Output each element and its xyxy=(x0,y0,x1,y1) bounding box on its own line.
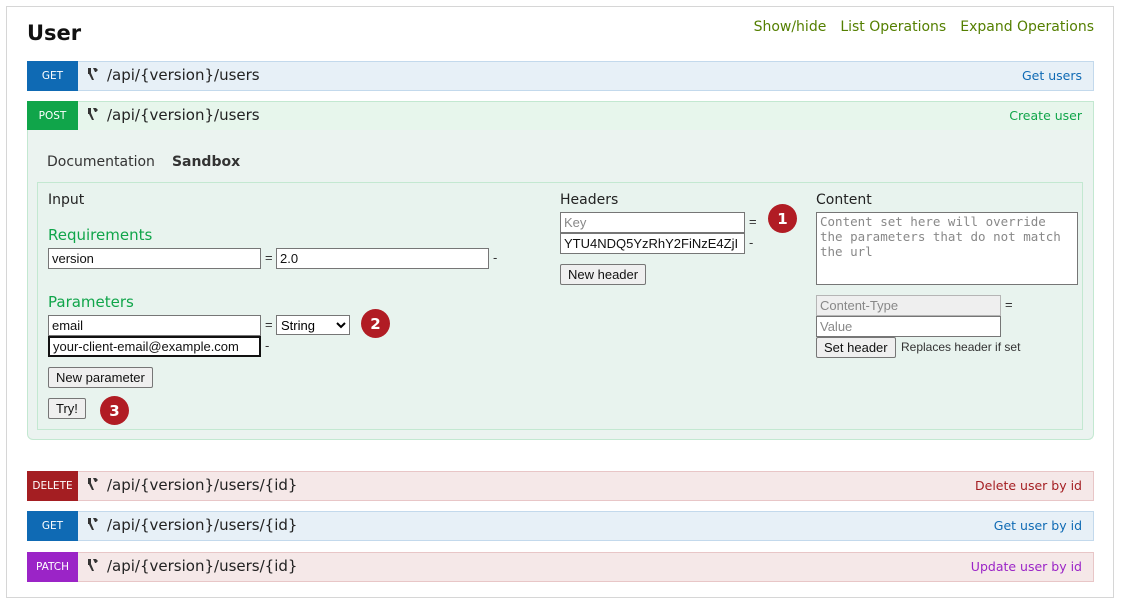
set-header-button[interactable]: Set header xyxy=(816,337,896,358)
step-badge-2: 2 xyxy=(361,309,390,338)
endpoint-summary[interactable]: Delete user by id xyxy=(975,478,1082,493)
endpoint-post-users[interactable]: POST /api/{version}/users Create user xyxy=(27,101,1094,131)
header-key-field[interactable] xyxy=(560,212,745,233)
method-badge: GET xyxy=(27,61,78,91)
wrench-key-icon xyxy=(86,107,100,124)
endpoint-path: /api/{version}/users/{id} xyxy=(107,516,298,534)
remove-dash: - xyxy=(265,338,270,353)
endpoint-path: /api/{version}/users/{id} xyxy=(107,557,298,575)
tab-documentation[interactable]: Documentation xyxy=(47,154,155,170)
show-hide-link[interactable]: Show/hide xyxy=(754,19,827,35)
wrench-key-icon xyxy=(86,67,100,84)
set-header-note: Replaces header if set xyxy=(901,340,1021,354)
parameters-heading: Parameters xyxy=(48,293,134,311)
tab-sandbox[interactable]: Sandbox xyxy=(172,154,240,170)
new-parameter-button[interactable]: New parameter xyxy=(48,367,153,388)
equals-sign: = xyxy=(265,250,273,265)
endpoint-summary[interactable]: Get users xyxy=(1022,68,1082,83)
endpoint-delete-user[interactable]: DELETE /api/{version}/users/{id} Delete … xyxy=(27,471,1094,501)
section-title: User xyxy=(27,21,82,45)
content-value-field[interactable] xyxy=(816,316,1001,337)
endpoint-summary[interactable]: Update user by id xyxy=(971,559,1082,574)
expand-operations-link[interactable]: Expand Operations xyxy=(960,19,1094,35)
new-header-button[interactable]: New header xyxy=(560,264,647,285)
content-heading: Content xyxy=(816,192,872,208)
remove-dash: - xyxy=(749,235,754,250)
step-badge-1: 1 xyxy=(768,204,797,233)
content-type-field[interactable] xyxy=(816,295,1001,316)
method-badge: POST xyxy=(27,101,78,131)
header-value-field[interactable] xyxy=(560,233,745,254)
equals-sign: = xyxy=(749,214,757,229)
wrench-key-icon xyxy=(86,477,100,494)
wrench-key-icon xyxy=(86,558,100,575)
method-badge: PATCH xyxy=(27,552,78,582)
section-links: Show/hide List Operations Expand Operation… xyxy=(740,19,1094,35)
requirement-value-field[interactable] xyxy=(276,248,489,269)
endpoint-get-users[interactable]: GET /api/{version}/users Get users xyxy=(27,61,1094,91)
wrench-key-icon xyxy=(86,517,100,534)
endpoint-path: /api/{version}/users xyxy=(107,66,260,84)
method-badge: GET xyxy=(27,511,78,541)
list-operations-link[interactable]: List Operations xyxy=(840,19,946,35)
parameter-value-field[interactable] xyxy=(48,336,261,357)
equals-sign: = xyxy=(265,317,273,332)
endpoint-tabs: Documentation Sandbox xyxy=(47,154,257,170)
remove-dash: - xyxy=(493,250,498,265)
content-textarea[interactable] xyxy=(816,212,1078,285)
parameter-type-select[interactable]: String xyxy=(276,315,350,335)
endpoint-summary[interactable]: Get user by id xyxy=(994,518,1082,533)
headers-heading: Headers xyxy=(560,192,619,208)
input-heading: Input xyxy=(48,192,85,208)
equals-sign: = xyxy=(1005,297,1013,312)
requirement-name-field[interactable] xyxy=(48,248,261,269)
endpoint-summary[interactable]: Create user xyxy=(1009,108,1082,123)
endpoint-path: /api/{version}/users xyxy=(107,106,260,124)
requirements-heading: Requirements xyxy=(48,226,153,244)
endpoint-get-user[interactable]: GET /api/{version}/users/{id} Get user b… xyxy=(27,511,1094,541)
step-badge-3: 3 xyxy=(100,396,129,425)
endpoint-path: /api/{version}/users/{id} xyxy=(107,476,298,494)
method-badge: DELETE xyxy=(27,471,78,501)
try-button[interactable]: Try! xyxy=(48,398,86,419)
endpoint-patch-user[interactable]: PATCH /api/{version}/users/{id} Update u… xyxy=(27,552,1094,582)
parameter-name-field[interactable] xyxy=(48,315,261,336)
